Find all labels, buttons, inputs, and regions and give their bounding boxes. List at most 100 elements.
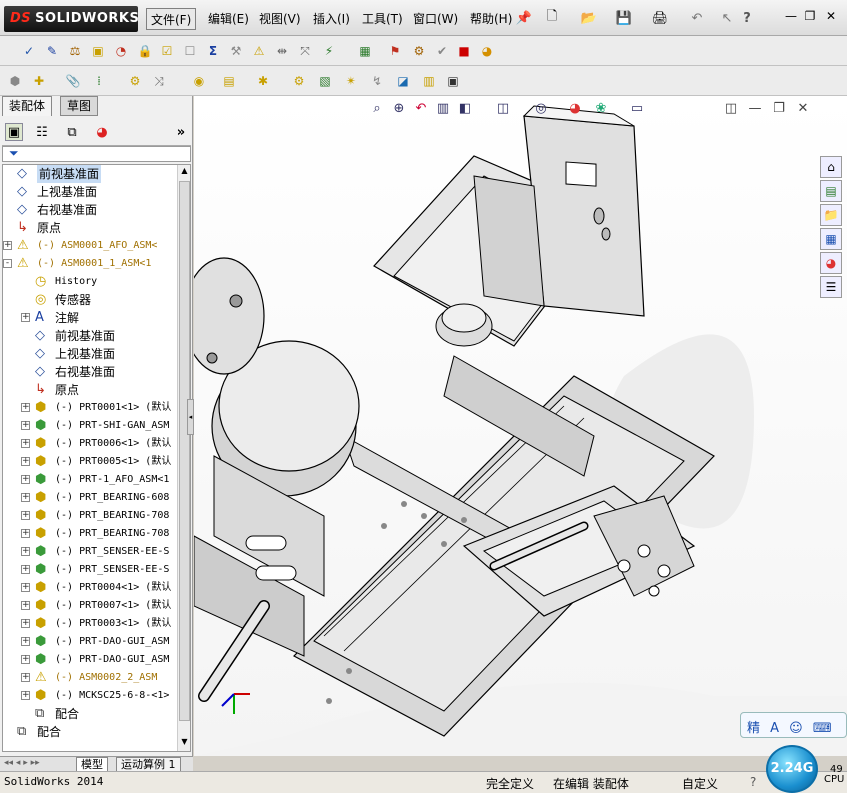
tree-row[interactable]: ⧉ 配合 [3, 705, 175, 723]
checkbox-check-icon[interactable]: ☑ [158, 42, 176, 60]
new-document-icon[interactable]: 🗋 [543, 9, 561, 27]
tree-row[interactable]: + ⚠ (-) ASM0001_AFO_ASM< [3, 237, 175, 255]
ime-toolbar[interactable]: 精 A ☺ ⌨ [740, 712, 847, 738]
menu-item-2[interactable]: 视图(V) [255, 8, 305, 30]
menu-item-3[interactable]: 插入(I) [309, 8, 354, 30]
expand-plus-icon[interactable]: + [3, 241, 12, 250]
zoom-area-icon[interactable]: ⊕ [390, 100, 408, 118]
tools-icon[interactable]: ⚒ [227, 42, 245, 60]
viewport-restore-icon[interactable]: ❐ [770, 100, 788, 118]
menu-item-1[interactable]: 编辑(E) [204, 8, 253, 30]
menu-item-4[interactable]: 工具(T) [358, 8, 407, 30]
tree-row[interactable]: + ⚠ (-) ASM0002_2_ASM [3, 669, 175, 687]
tree-row[interactable]: ◎ 传感器 [3, 291, 175, 309]
expand-chevron-icon[interactable]: » [172, 123, 190, 141]
mass-balance-icon[interactable]: ⚖ [66, 42, 84, 60]
tree-row[interactable]: + ⬢ (-) PRT0007<1> (默认 [3, 597, 175, 615]
edit-pencil-icon[interactable]: ✎ [43, 42, 61, 60]
tree-row[interactable]: ↳ 原点 [3, 219, 175, 237]
units-custom-text[interactable]: 自定义 [682, 775, 718, 792]
tree-row[interactable]: ◇ 上视基准面 [3, 183, 175, 201]
tree-row[interactable]: ◇ 上视基准面 [3, 345, 175, 363]
property-manager-icon[interactable]: ☷ [33, 123, 51, 141]
help-question-icon[interactable]: ? [738, 9, 756, 27]
tree-row[interactable]: + ⬢ (-) PRT-1_AFO_ASM<1 [3, 471, 175, 489]
tab-motion-study[interactable]: 运动算例 1 [116, 757, 181, 772]
undo-icon[interactable]: ↶ [688, 9, 706, 27]
tree-row[interactable]: + ⬢ (-) PRT_BEARING-608 [3, 489, 175, 507]
scrollbar-thumb[interactable] [179, 181, 190, 721]
menu-item-6[interactable]: 帮助(H) [466, 8, 516, 30]
tree-row[interactable]: + ⬢ (-) PRT0004<1> (默认 [3, 579, 175, 597]
expand-plus-icon[interactable]: + [21, 313, 30, 322]
tree-row[interactable]: ⧉ 配合 [3, 723, 175, 741]
warning-icon[interactable]: ⚠ [250, 42, 268, 60]
expand-plus-icon[interactable]: + [21, 403, 30, 412]
tree-row[interactable]: + ⬢ (-) PRT0006<1> (默认 [3, 435, 175, 453]
print-icon[interactable]: 🖨 [651, 9, 669, 27]
tree-row[interactable]: ◷ History [3, 273, 175, 291]
expand-plus-icon[interactable]: + [21, 637, 30, 646]
performance-gauge-icon[interactable]: ◔ [112, 42, 130, 60]
viewport-close-icon[interactable]: ✕ [794, 100, 812, 118]
cube-icon[interactable]: ⬢ [6, 72, 24, 90]
red-blue-square-icon[interactable]: ■ [455, 42, 473, 60]
smart-fastener-icon[interactable]: ⚙ [126, 72, 144, 90]
speedpak-icon[interactable]: ▣ [444, 72, 462, 90]
spell-check-icon[interactable]: ✓ [20, 42, 38, 60]
bill-of-materials-icon[interactable]: ▧ [316, 72, 334, 90]
explode-line-icon[interactable]: ↯ [368, 72, 386, 90]
file-explorer-icon[interactable]: 📁 [820, 204, 842, 226]
view-palette-icon[interactable]: ▦ [820, 228, 842, 250]
status-help-icon[interactable]: ? [750, 775, 756, 789]
collapse-minus-icon[interactable]: - [3, 259, 12, 268]
close-icon[interactable]: ✕ [822, 8, 840, 24]
tree-row[interactable]: ◇ 前视基准面 [3, 327, 175, 345]
grid-check-icon[interactable]: ▦ [356, 42, 374, 60]
view-settings-icon[interactable]: ▭ [628, 100, 646, 118]
display-style-icon[interactable]: ◫ [494, 100, 512, 118]
show-hidden-icon[interactable]: ◉ [190, 72, 208, 90]
sum-equations-icon[interactable]: Σ [204, 42, 222, 60]
restore-icon[interactable]: ❐ [801, 8, 819, 24]
expand-plus-icon[interactable]: + [21, 691, 30, 700]
tab-nav-arrows-icon[interactable]: ◂◂ ◂ ▸ ▸▸ [4, 758, 40, 768]
funnel-icon[interactable]: ⏷ [9, 146, 19, 161]
collapse-panel-handle[interactable]: ◂ [187, 399, 194, 435]
tree-row[interactable]: + ⬢ (-) PRT_SENSER-EE-S [3, 561, 175, 579]
graphics-viewport[interactable]: ⌕ ⊕ ↶ ▥ ◧ ◫ ◎ ◕ ❀ ▭ ◫ — ❐ ✕ [194, 96, 847, 756]
tree-row[interactable]: + ⬢ (-) MCKSC25-6-8-<1> [3, 687, 175, 705]
cursor-select-icon[interactable]: ↖ [718, 9, 736, 27]
flag-icon[interactable]: ⚑ [386, 42, 404, 60]
ime-status-chars[interactable]: 精 A ☺ ⌨ [747, 717, 835, 736]
appearance-pie-icon[interactable]: ◕ [478, 42, 496, 60]
tree-row[interactable]: + ⬢ (-) PRT-DAO-GUI_ASM [3, 651, 175, 669]
mate-paperclip-icon[interactable]: 📎 [64, 72, 82, 90]
tree-row[interactable]: + ⬢ (-) PRT0001<1> (默认 [3, 399, 175, 417]
tree-row[interactable]: ◇ 右视基准面 [3, 363, 175, 381]
tree-row[interactable]: - ⚠ (-) ASM0001_1_ASM<1 [3, 255, 175, 273]
instant3d-icon[interactable]: ◪ [394, 72, 412, 90]
pin-icon[interactable]: 📌 [515, 9, 533, 27]
tree-row[interactable]: ◇ 右视基准面 [3, 201, 175, 219]
expand-plus-icon[interactable]: + [21, 655, 30, 664]
edit-appearance-icon[interactable]: ◕ [566, 100, 584, 118]
expand-plus-icon[interactable]: + [21, 547, 30, 556]
expand-plus-icon[interactable]: + [21, 457, 30, 466]
section-view-icon[interactable]: ▥ [434, 100, 452, 118]
expand-plus-icon[interactable]: + [21, 475, 30, 484]
checkbox-icon[interactable]: ☐ [181, 42, 199, 60]
menu-item-0[interactable]: 文件(F) [146, 8, 197, 30]
hide-show-items-icon[interactable]: ◎ [532, 100, 550, 118]
tree-scrollbar[interactable]: ▲ ▼ [177, 165, 190, 751]
scroll-down-arrow-icon[interactable]: ▼ [179, 737, 190, 748]
pattern-icon[interactable]: ⁞ [90, 72, 108, 90]
tree-row[interactable]: + ⬢ (-) PRT-DAO-GUI_ASM [3, 633, 175, 651]
menu-item-5[interactable]: 窗口(W) [409, 8, 462, 30]
expand-plus-icon[interactable]: + [21, 583, 30, 592]
tree-row[interactable]: + ⬢ (-) PRT0005<1> (默认 [3, 453, 175, 471]
tree-row[interactable]: + ⬢ (-) PRT_SENSER-EE-S [3, 543, 175, 561]
custom-properties-icon[interactable]: ☰ [820, 276, 842, 298]
zoom-to-fit-icon[interactable]: ⌕ [368, 100, 386, 118]
filter-bar[interactable]: ⏷ [2, 146, 191, 162]
